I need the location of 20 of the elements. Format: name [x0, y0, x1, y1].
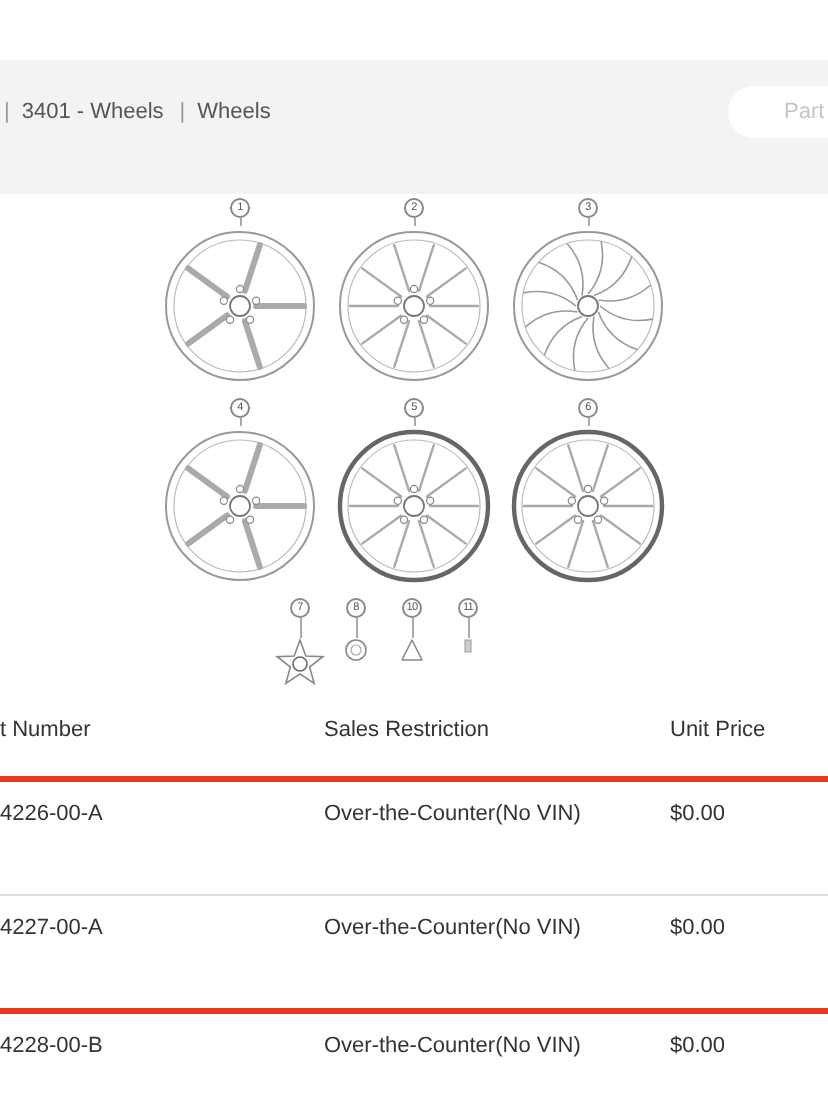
table-cell-text: Over-the-Counter(No VIN)	[324, 802, 583, 826]
table-cell-text: Over-the-Counter(No VIN)	[324, 1034, 583, 1058]
breadcrumb-separator: |	[4, 100, 10, 124]
breadcrumb-item[interactable]: 3401 - Wheels	[21, 100, 164, 124]
search-field[interactable]: Part	[728, 86, 828, 138]
table-cell-text: $0.00	[670, 916, 728, 940]
table-cell-text: $0.00	[670, 1034, 728, 1058]
valve-drawing	[400, 638, 424, 662]
column-header: Sales Restriction	[324, 718, 492, 742]
breadcrumb-item[interactable]: Wheels	[197, 100, 271, 124]
star-cap-drawing	[272, 638, 328, 690]
table-cell-text: 4226-00-A	[0, 802, 105, 826]
column-header: t Number	[0, 718, 93, 742]
column-header: Unit Price	[670, 718, 768, 742]
pin-drawing	[462, 638, 474, 654]
table-cell-text: 4228-00-B	[0, 1034, 105, 1058]
breadcrumb-separator: |	[179, 100, 186, 124]
table-cell-text: 4227-00-A	[0, 916, 105, 940]
table-cell-text: $0.00	[670, 802, 728, 826]
table-cell-text: Over-the-Counter(No VIN)	[324, 916, 583, 940]
